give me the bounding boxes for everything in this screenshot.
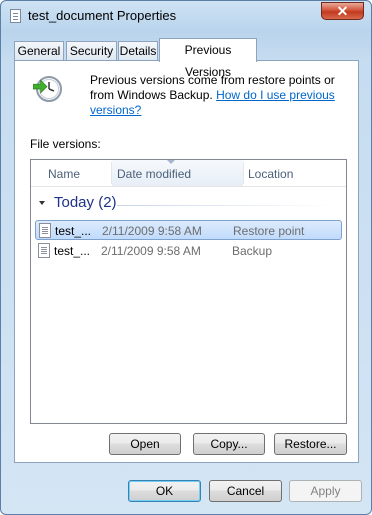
previous-versions-panel: Previous versions come from restore poin… bbox=[14, 60, 359, 463]
copy-button[interactable]: Copy... bbox=[193, 433, 265, 455]
tab-details[interactable]: Details bbox=[118, 41, 158, 61]
column-header-date-label: Date modified bbox=[117, 167, 192, 181]
item-location: Restore point bbox=[233, 224, 305, 238]
document-icon bbox=[10, 9, 21, 23]
item-date: 2/11/2009 9:58 AM bbox=[101, 244, 201, 258]
close-button[interactable]: ✕ bbox=[321, 2, 364, 20]
list-item[interactable]: test_... 2/11/2009 9:58 AM Backup bbox=[35, 241, 342, 261]
restore-button[interactable]: Restore... bbox=[274, 433, 347, 455]
sort-arrow-icon bbox=[167, 160, 175, 164]
document-icon bbox=[38, 243, 50, 258]
collapse-arrow-icon[interactable] bbox=[39, 201, 45, 205]
open-button[interactable]: Open bbox=[109, 433, 181, 455]
list-header: Name Date modified Location bbox=[31, 160, 346, 187]
properties-window: test_document Properties ✕ General Secur… bbox=[0, 0, 372, 515]
window-title: test_document Properties bbox=[28, 8, 177, 23]
column-separator[interactable] bbox=[243, 162, 244, 184]
cancel-button[interactable]: Cancel bbox=[209, 480, 282, 502]
restore-clock-icon bbox=[33, 76, 62, 102]
close-icon: ✕ bbox=[336, 3, 349, 19]
item-date: 2/11/2009 9:58 AM bbox=[102, 224, 202, 238]
item-name: test_... bbox=[55, 224, 92, 238]
apply-button[interactable]: Apply bbox=[289, 480, 362, 502]
title-bar[interactable]: test_document Properties ✕ bbox=[1, 1, 371, 31]
item-location: Backup bbox=[232, 244, 273, 258]
list-item[interactable]: test_... 2/11/2009 9:58 AM Restore point bbox=[35, 220, 342, 240]
ok-button[interactable]: OK bbox=[128, 480, 201, 502]
file-versions-label: File versions: bbox=[30, 137, 101, 151]
column-header-date[interactable]: Date modified bbox=[112, 160, 243, 186]
file-versions-list[interactable]: Name Date modified Location Today (2) te… bbox=[30, 159, 347, 424]
group-divider bbox=[117, 205, 337, 206]
tab-general[interactable]: General bbox=[14, 41, 64, 61]
tab-security[interactable]: Security bbox=[66, 41, 117, 61]
tab-previous-versions[interactable]: Previous Versions bbox=[159, 38, 257, 79]
column-header-name[interactable]: Name bbox=[48, 160, 118, 186]
group-label: Today (2) bbox=[54, 194, 117, 211]
document-icon bbox=[39, 223, 51, 238]
item-name: test_... bbox=[54, 244, 91, 258]
column-header-location[interactable]: Location bbox=[248, 160, 338, 186]
group-header-today[interactable]: Today (2) bbox=[39, 194, 339, 216]
